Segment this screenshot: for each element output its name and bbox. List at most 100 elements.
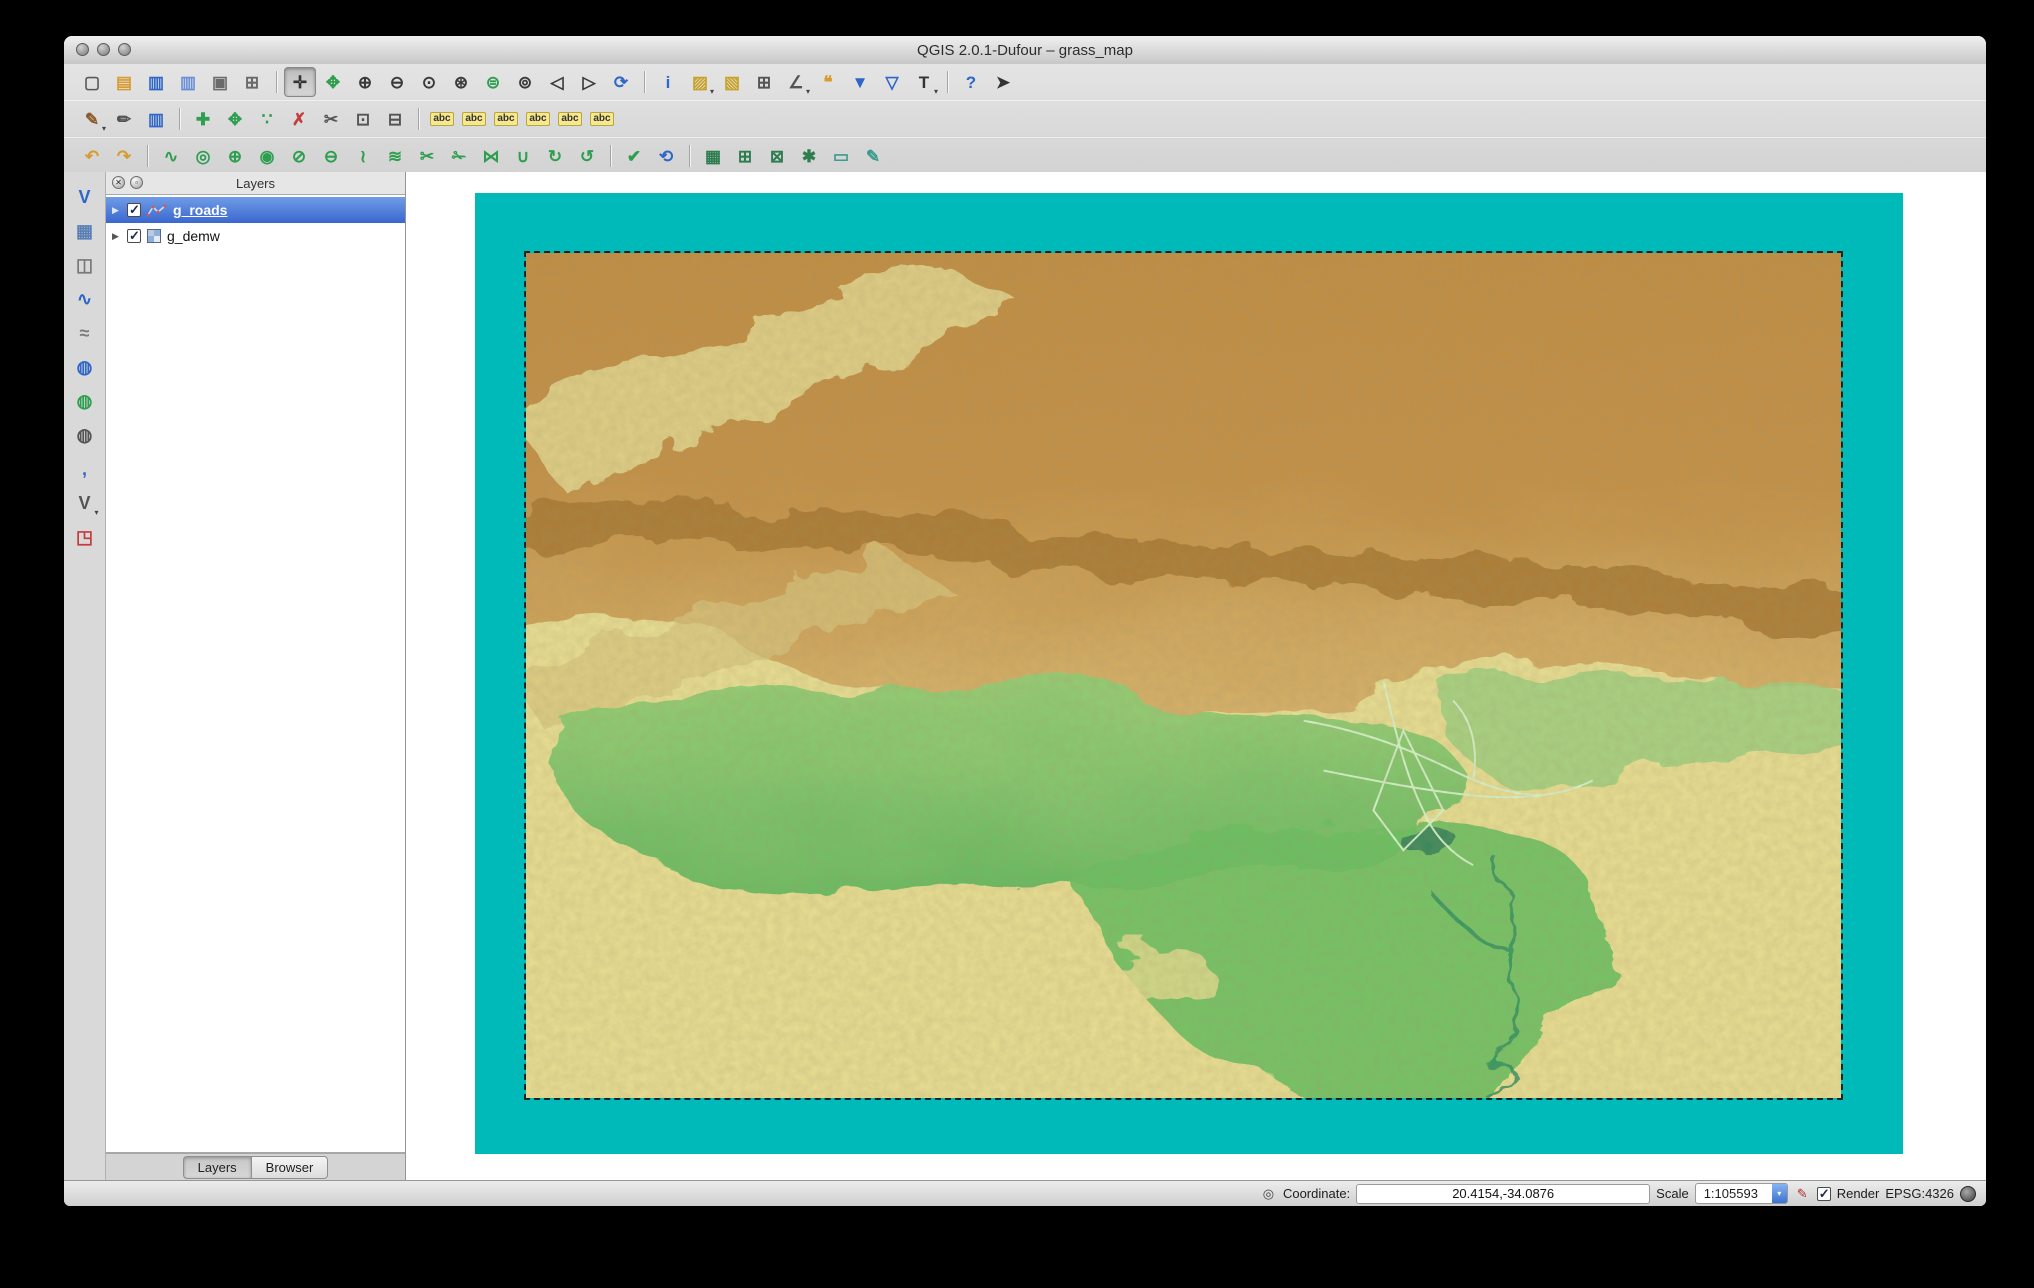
open-attribute-table-icon[interactable]: ⊞	[749, 68, 779, 96]
delete-ring-icon[interactable]: ⊘	[284, 142, 314, 170]
expand-arrow-icon[interactable]: ▶	[110, 231, 121, 242]
rotate-point-symbols-icon[interactable]: ↺	[572, 142, 602, 170]
minimize-button[interactable]	[97, 43, 110, 56]
current-edits-icon[interactable]: ✎ ▾	[77, 105, 107, 134]
zoom-to-selection-icon[interactable]: ⊜	[478, 68, 508, 96]
zoom-last-icon[interactable]: ◁	[542, 68, 572, 96]
new-print-composer-icon[interactable]: ▣	[205, 68, 235, 96]
add-spatialite-layer-icon[interactable]: ∿	[70, 284, 100, 314]
pin-labels-icon[interactable]: abc	[459, 105, 489, 133]
toggle-editing-icon[interactable]: ✏	[109, 105, 139, 133]
panel-close-icon[interactable]: ✕	[112, 176, 125, 189]
pan-to-selection-icon[interactable]: ✥	[318, 68, 348, 96]
undo-icon[interactable]: ↶	[77, 142, 107, 170]
zoom-full-icon[interactable]: ⊛	[446, 68, 476, 96]
layer-visibility-checkbox[interactable]	[127, 202, 141, 218]
paste-features-icon[interactable]: ⊟	[380, 105, 410, 133]
add-delimited-text-layer-icon[interactable]: ,	[70, 454, 100, 484]
layer-item-g-roads[interactable]: ▶ g_roads	[106, 197, 405, 223]
new-shapefile-layer-icon[interactable]: V ▾	[70, 488, 100, 518]
pan-map-icon[interactable]: ✛	[276, 67, 316, 97]
rotate-label-icon[interactable]: abc	[555, 105, 585, 133]
scale-combo[interactable]: 1:105593 ▾	[1694, 1183, 1788, 1204]
grass-edit-region-icon[interactable]: ✎	[858, 142, 888, 170]
add-vector-layer-icon[interactable]: V	[70, 182, 100, 212]
map-canvas[interactable]	[406, 172, 1986, 1180]
text-annotation-icon[interactable]: T ▾	[909, 68, 939, 97]
delete-part-icon[interactable]: ⊖	[316, 142, 346, 170]
offset-curve-icon[interactable]: ≋	[380, 142, 410, 170]
check-geometry-icon[interactable]: ✔	[610, 142, 649, 170]
combo-arrow-icon[interactable]: ▾	[1771, 1184, 1787, 1203]
zoom-to-layer-icon[interactable]: ⊚	[510, 68, 540, 96]
show-bookmarks-icon[interactable]: ▽	[877, 68, 907, 96]
add-raster-layer-icon[interactable]: ▦	[70, 216, 100, 246]
rotate-feature-icon[interactable]: ↻	[540, 142, 570, 170]
merge-features-icon[interactable]: ⋈	[476, 142, 506, 170]
layer-labeling-icon[interactable]: abc	[418, 105, 457, 133]
split-features-icon[interactable]: ✂	[412, 142, 442, 170]
save-layer-edits-icon[interactable]: ▥	[141, 105, 171, 133]
render-checkbox[interactable]	[1816, 1186, 1831, 1202]
highlight-labels-icon[interactable]: abc	[491, 105, 521, 133]
close-button[interactable]	[76, 43, 89, 56]
tab-layers[interactable]: Layers	[182, 1155, 251, 1179]
change-label-icon[interactable]: abc	[587, 105, 617, 133]
layer-item-g-demw[interactable]: ▶ g_demw	[106, 223, 405, 249]
titlebar[interactable]: QGIS 2.0.1-Dufour – grass_map	[64, 36, 1986, 65]
simplify-feature-icon[interactable]: ∿	[147, 142, 186, 170]
add-feature-icon[interactable]: ✚	[179, 105, 218, 133]
redo-icon[interactable]: ↷	[109, 142, 139, 170]
panel-float-icon[interactable]: ▫	[130, 176, 143, 189]
merge-attributes-icon[interactable]: ∪	[508, 142, 538, 170]
add-postgis-layer-icon[interactable]: ◫	[70, 250, 100, 280]
mouse-position-toggle-icon[interactable]: ◎	[1260, 1185, 1277, 1202]
grass-close-mapset-icon[interactable]: ⊠	[762, 142, 792, 170]
zoom-actual-icon[interactable]: ⊙	[414, 68, 444, 96]
grass-open-mapset-icon[interactable]: ▦	[689, 142, 728, 170]
help-contents-icon[interactable]: ?	[947, 68, 986, 96]
measure-icon[interactable]: ∠ ▾	[781, 68, 811, 97]
deselect-features-icon[interactable]: ▧	[717, 68, 747, 96]
crs-status-icon[interactable]	[1960, 1185, 1976, 1202]
refresh-map-icon[interactable]: ⟳	[606, 68, 636, 96]
grass-tools-icon[interactable]: ✱	[794, 142, 824, 170]
move-label-icon[interactable]: abc	[523, 105, 553, 133]
zoom-in-icon[interactable]: ⊕	[350, 68, 380, 96]
move-feature-icon[interactable]: ✥	[220, 105, 250, 133]
map-tips-icon[interactable]: ❝	[813, 68, 843, 96]
coordinate-input[interactable]	[1356, 1183, 1651, 1204]
cut-features-icon[interactable]: ✂	[316, 105, 346, 133]
whats-this-icon[interactable]: ➤	[988, 68, 1018, 96]
add-ring-icon[interactable]: ◎	[188, 142, 218, 170]
add-mssql-layer-icon[interactable]: ≈	[70, 318, 100, 348]
add-part-icon[interactable]: ⊕	[220, 142, 250, 170]
reshape-features-icon[interactable]: ≀	[348, 142, 378, 170]
identify-features-icon[interactable]: i	[644, 68, 683, 96]
new-bookmark-icon[interactable]: ▼	[845, 68, 875, 96]
zoom-out-icon[interactable]: ⊖	[382, 68, 412, 96]
zoom-next-icon[interactable]: ▷	[574, 68, 604, 96]
grass-new-mapset-icon[interactable]: ⊞	[730, 142, 760, 170]
add-wcs-layer-icon[interactable]: ◍	[70, 386, 100, 416]
fill-ring-icon[interactable]: ◉	[252, 142, 282, 170]
node-tool-icon[interactable]: ∵	[252, 105, 282, 133]
split-parts-icon[interactable]: ✁	[444, 142, 474, 170]
add-wms-layer-icon[interactable]: ◍	[70, 352, 100, 382]
maximize-button[interactable]	[118, 43, 131, 56]
tab-browser[interactable]: Browser	[250, 1155, 329, 1179]
layer-visibility-checkbox[interactable]	[127, 228, 141, 244]
stop-rendering-icon[interactable]: ✎	[1794, 1185, 1811, 1202]
copy-features-icon[interactable]: ⊡	[348, 105, 378, 133]
save-project-as-icon[interactable]: ▥	[173, 68, 203, 96]
add-wfs-layer-icon[interactable]: ◍	[70, 420, 100, 450]
delete-selected-icon[interactable]: ✗	[284, 105, 314, 133]
expand-arrow-icon[interactable]: ▶	[110, 205, 121, 216]
save-project-icon[interactable]: ▥	[141, 68, 171, 96]
grass-display-region-icon[interactable]: ▭	[826, 142, 856, 170]
new-project-icon[interactable]: ▢	[77, 68, 107, 96]
select-features-icon[interactable]: ▨ ▾	[685, 68, 715, 97]
open-project-icon[interactable]: ▤	[109, 68, 139, 96]
composer-manager-icon[interactable]: ⊞	[237, 68, 267, 96]
add-oracle-georaster-layer-icon[interactable]: ◳	[70, 522, 100, 552]
